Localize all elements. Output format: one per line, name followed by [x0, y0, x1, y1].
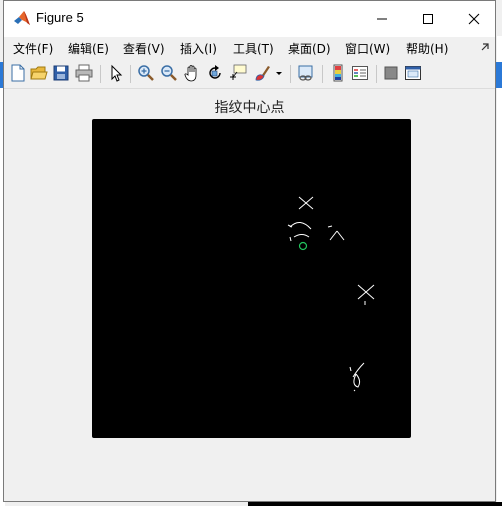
ridge-segment: [329, 230, 338, 241]
show-plot-tools-icon[interactable]: [404, 64, 422, 82]
ridge-segment: [349, 366, 352, 372]
menu-desktop[interactable]: 桌面(D): [288, 40, 331, 57]
fingerprint-core-image: [287, 196, 375, 392]
toolbar-separator: [130, 65, 131, 83]
menu-bar: 文件(F) 编辑(E) 查看(V) 插入(I) 工具(T) 桌面(D) 窗口(W…: [4, 37, 495, 59]
dock-arrow-icon[interactable]: [479, 41, 491, 53]
title-bar[interactable]: Figure 5: [4, 1, 495, 37]
close-icon: [468, 13, 480, 25]
matlab-logo-icon: [14, 11, 30, 25]
toolbar-separator: [100, 65, 101, 83]
ridge-segment: [293, 234, 310, 238]
window-title: Figure 5: [36, 10, 84, 25]
new-figure-icon[interactable]: [9, 64, 27, 82]
toolbar-separator: [322, 65, 323, 83]
ridge-segment: [353, 373, 361, 388]
menu-tools[interactable]: 工具(T): [233, 40, 274, 57]
toolbar-separator: [290, 65, 291, 83]
link-plot-icon[interactable]: [297, 64, 315, 82]
pan-hand-icon[interactable]: [183, 64, 201, 82]
legend-icon[interactable]: [351, 64, 369, 82]
ridge-segment: [289, 236, 292, 242]
minimize-icon: [377, 18, 387, 20]
minimize-button[interactable]: [359, 1, 405, 37]
menu-help[interactable]: 帮助(H): [406, 40, 448, 57]
brush-icon[interactable]: [253, 64, 271, 82]
background-taskbar-edge: [248, 502, 502, 506]
ridge-segment: [353, 389, 356, 392]
menu-edit[interactable]: 编辑(E): [68, 40, 109, 57]
background-window-accent-right: [496, 62, 502, 88]
print-icon[interactable]: [75, 64, 93, 82]
ridge-segment: [289, 222, 312, 230]
background-window-edge-right: [497, 36, 502, 506]
ridge-segment: [336, 230, 345, 241]
ridge-segment: [327, 225, 333, 228]
zoom-out-icon[interactable]: [160, 64, 178, 82]
maximize-button[interactable]: [405, 1, 451, 37]
rotate-3d-icon[interactable]: [206, 64, 224, 82]
edit-plot-arrow-icon[interactable]: [107, 64, 125, 82]
data-cursor-icon[interactable]: [229, 64, 247, 82]
core-point-marker: [298, 241, 308, 251]
image-axes[interactable]: [92, 119, 411, 438]
close-button[interactable]: [451, 1, 497, 37]
colorbar-icon[interactable]: [329, 64, 347, 82]
plot-title: 指纹中心点: [214, 100, 285, 116]
maximize-icon: [423, 14, 433, 24]
menu-view[interactable]: 查看(V): [123, 40, 165, 57]
menu-window[interactable]: 窗口(W): [345, 40, 390, 57]
menu-insert[interactable]: 插入(I): [180, 40, 217, 57]
save-icon[interactable]: [52, 64, 70, 82]
open-file-icon[interactable]: [30, 64, 48, 82]
brush-dropdown-icon[interactable]: [274, 64, 284, 82]
menu-file[interactable]: 文件(F): [13, 40, 53, 57]
ridge-segment: [352, 362, 365, 378]
figure-window: Figure 5 文件(F) 编辑(E) 查看(V) 插入(I) 工具(T) 桌…: [3, 0, 496, 502]
hide-plot-tools-icon[interactable]: [382, 64, 400, 82]
zoom-in-icon[interactable]: [137, 64, 155, 82]
toolbar-separator: [376, 65, 377, 83]
figure-toolbar: [4, 60, 495, 89]
